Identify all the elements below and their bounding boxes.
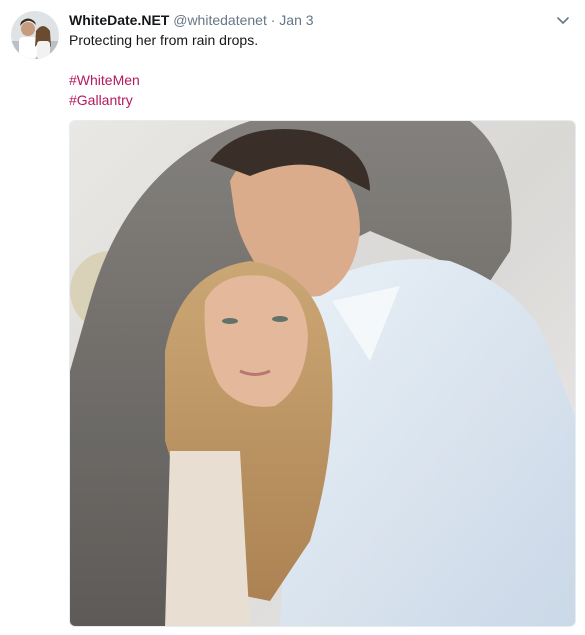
tweet: WhiteDate.NET @whitedatenet · Jan 3 Prot… [0, 0, 585, 635]
chevron-down-icon[interactable] [553, 10, 573, 30]
avatar-image [11, 11, 59, 59]
header-separator: · [270, 12, 276, 28]
hashtag-gallantry[interactable]: #Gallantry [69, 92, 133, 108]
tweet-header: WhiteDate.NET @whitedatenet · Jan 3 [69, 11, 314, 29]
hashtag-whitemen[interactable]: #WhiteMen [69, 72, 140, 88]
photo-image [70, 121, 575, 626]
tweet-text: Protecting her from rain drops. #WhiteMe… [69, 30, 569, 110]
tweet-text-line: Protecting her from rain drops. [69, 32, 259, 48]
display-name[interactable]: WhiteDate.NET [69, 12, 169, 28]
user-handle[interactable]: @whitedatenet [173, 12, 267, 28]
tweet-timestamp[interactable]: Jan 3 [279, 12, 313, 28]
tweet-photo[interactable] [69, 120, 576, 627]
profile-avatar[interactable] [11, 11, 59, 59]
